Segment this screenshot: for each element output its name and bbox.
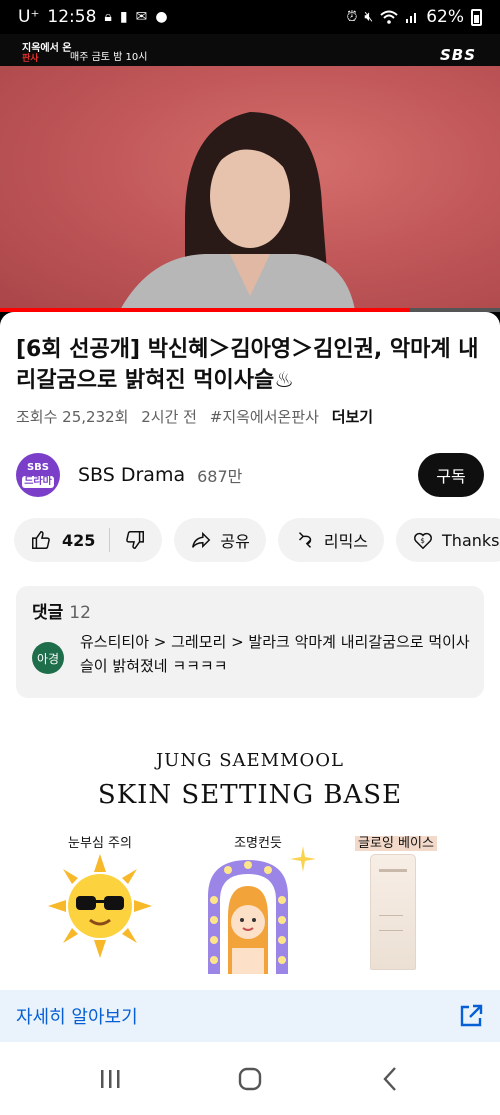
like-count: 425	[62, 530, 96, 550]
dislike-button[interactable]	[124, 529, 146, 551]
dot-icon: ●	[155, 9, 168, 25]
remix-button[interactable]: 리믹스	[277, 518, 385, 562]
video-frame-image	[120, 112, 355, 310]
subscribe-button[interactable]: 구독	[418, 453, 484, 497]
show-logo: 지옥에서 온 판사	[22, 43, 72, 65]
notification-icon: ▮	[119, 9, 128, 25]
more-button[interactable]: 더보기	[332, 408, 373, 426]
channel-name[interactable]: SBS Drama	[78, 464, 185, 486]
thanks-label: Thanks	[442, 530, 500, 550]
action-bar: 425 공유 리믹스 $ Thanks	[14, 518, 500, 562]
lock-icon: 🔒︎	[104, 9, 112, 25]
thanks-button[interactable]: $ Thanks	[396, 518, 500, 562]
upload-age: 2시간 전	[141, 408, 197, 426]
channel-avatar[interactable]: SBS 드라마	[16, 453, 60, 497]
ad-cta-bar[interactable]: 자세히 알아보기	[0, 990, 500, 1042]
remix-icon	[298, 532, 312, 548]
airtime-label: 매주 금토 밤 10시	[70, 52, 148, 63]
hashtag-link[interactable]: #지옥에서온판사	[210, 408, 319, 426]
video-title[interactable]: [6회 선공개] 박신혜＞김아영＞김인권, 악마계 내리갈굼으로 밝혀진 먹이사…	[16, 334, 486, 396]
video-meta[interactable]: 조회수 25,232회 2시간 전 #지옥에서온판사 더보기	[16, 406, 381, 427]
vanity-mirror-icon	[208, 860, 288, 974]
like-dislike-pill: 425	[14, 518, 163, 562]
video-frame[interactable]	[0, 66, 500, 310]
ad-headline: SKIN SETTING BASE	[97, 780, 403, 810]
network-logo: SBS	[439, 46, 476, 64]
comments-label: 댓글	[32, 603, 64, 623]
like-button[interactable]: 425	[30, 529, 95, 551]
pill-divider	[109, 528, 111, 552]
comment-avatar: 아경	[32, 642, 64, 674]
mute-icon: 🔇︎	[364, 9, 374, 25]
share-icon	[192, 531, 211, 549]
learn-more-link[interactable]: 자세히 알아보기	[16, 1003, 138, 1029]
thumbs-up-icon	[32, 531, 50, 549]
remix-label: 리믹스	[323, 532, 369, 551]
video-player[interactable]: 지옥에서 온 판사 매주 금토 밤 10시 SBS	[0, 34, 500, 312]
system-nav-bar	[0, 1042, 500, 1115]
thumbs-down-icon	[126, 531, 145, 549]
sun-sunglasses-icon	[48, 854, 152, 958]
svg-text:$: $	[420, 536, 425, 545]
channel-row: SBS 드라마 SBS Drama 687만 구독	[16, 452, 484, 498]
ad-creative[interactable]: JUNG SAEMMOOL SKIN SETTING BASE 눈부심 주의 조…	[0, 724, 500, 990]
product-tube-image	[370, 854, 416, 970]
subscriber-count: 687만	[197, 467, 243, 486]
alarm-icon: ⏰︎	[346, 9, 358, 25]
clock: 12:58	[47, 7, 97, 27]
comments-count: 12	[69, 603, 91, 623]
thanks-heart-icon: $	[414, 532, 433, 550]
status-bar: U⁺ 12:58 🔒︎ ▮ ✉ ● ⏰︎ 🔇︎ 62%	[0, 0, 500, 34]
signal-icon	[405, 10, 419, 24]
top-comment-text: 유스티티아 > 그레모리 > 발라크 악마계 내리갈굼으로 먹이사슬이 밝혀졌네…	[80, 633, 470, 675]
battery-icon	[471, 8, 482, 26]
mail-icon: ✉	[135, 9, 148, 25]
battery-percent: 62%	[426, 7, 464, 27]
carrier-label: U⁺	[18, 7, 40, 27]
share-button[interactable]: 공유	[174, 518, 266, 562]
view-count: 조회수 25,232회	[16, 408, 129, 426]
home-icon[interactable]	[230, 1059, 270, 1099]
comments-preview[interactable]: 댓글 12 아경 유스티티아 > 그레모리 > 발라크 악마계 내리갈굼으로 먹이…	[16, 586, 484, 698]
share-label: 공유	[220, 532, 250, 551]
ad-caption-1: 눈부심 주의	[68, 836, 132, 851]
external-link-icon[interactable]	[458, 1003, 484, 1029]
ad-caption-3: 글로잉 베이스	[326, 832, 466, 851]
wifi-icon	[380, 10, 398, 24]
ad-brand: JUNG SAEMMOOL	[155, 750, 345, 771]
recents-icon[interactable]	[90, 1059, 130, 1099]
back-icon[interactable]	[370, 1059, 410, 1099]
video-details-panel: [6회 선공개] 박신혜＞김아영＞김인권, 악마계 내리갈굼으로 밝혀진 먹이사…	[0, 312, 500, 1042]
comments-header: 댓글 12	[32, 598, 91, 623]
sparkle-icon	[290, 846, 316, 872]
